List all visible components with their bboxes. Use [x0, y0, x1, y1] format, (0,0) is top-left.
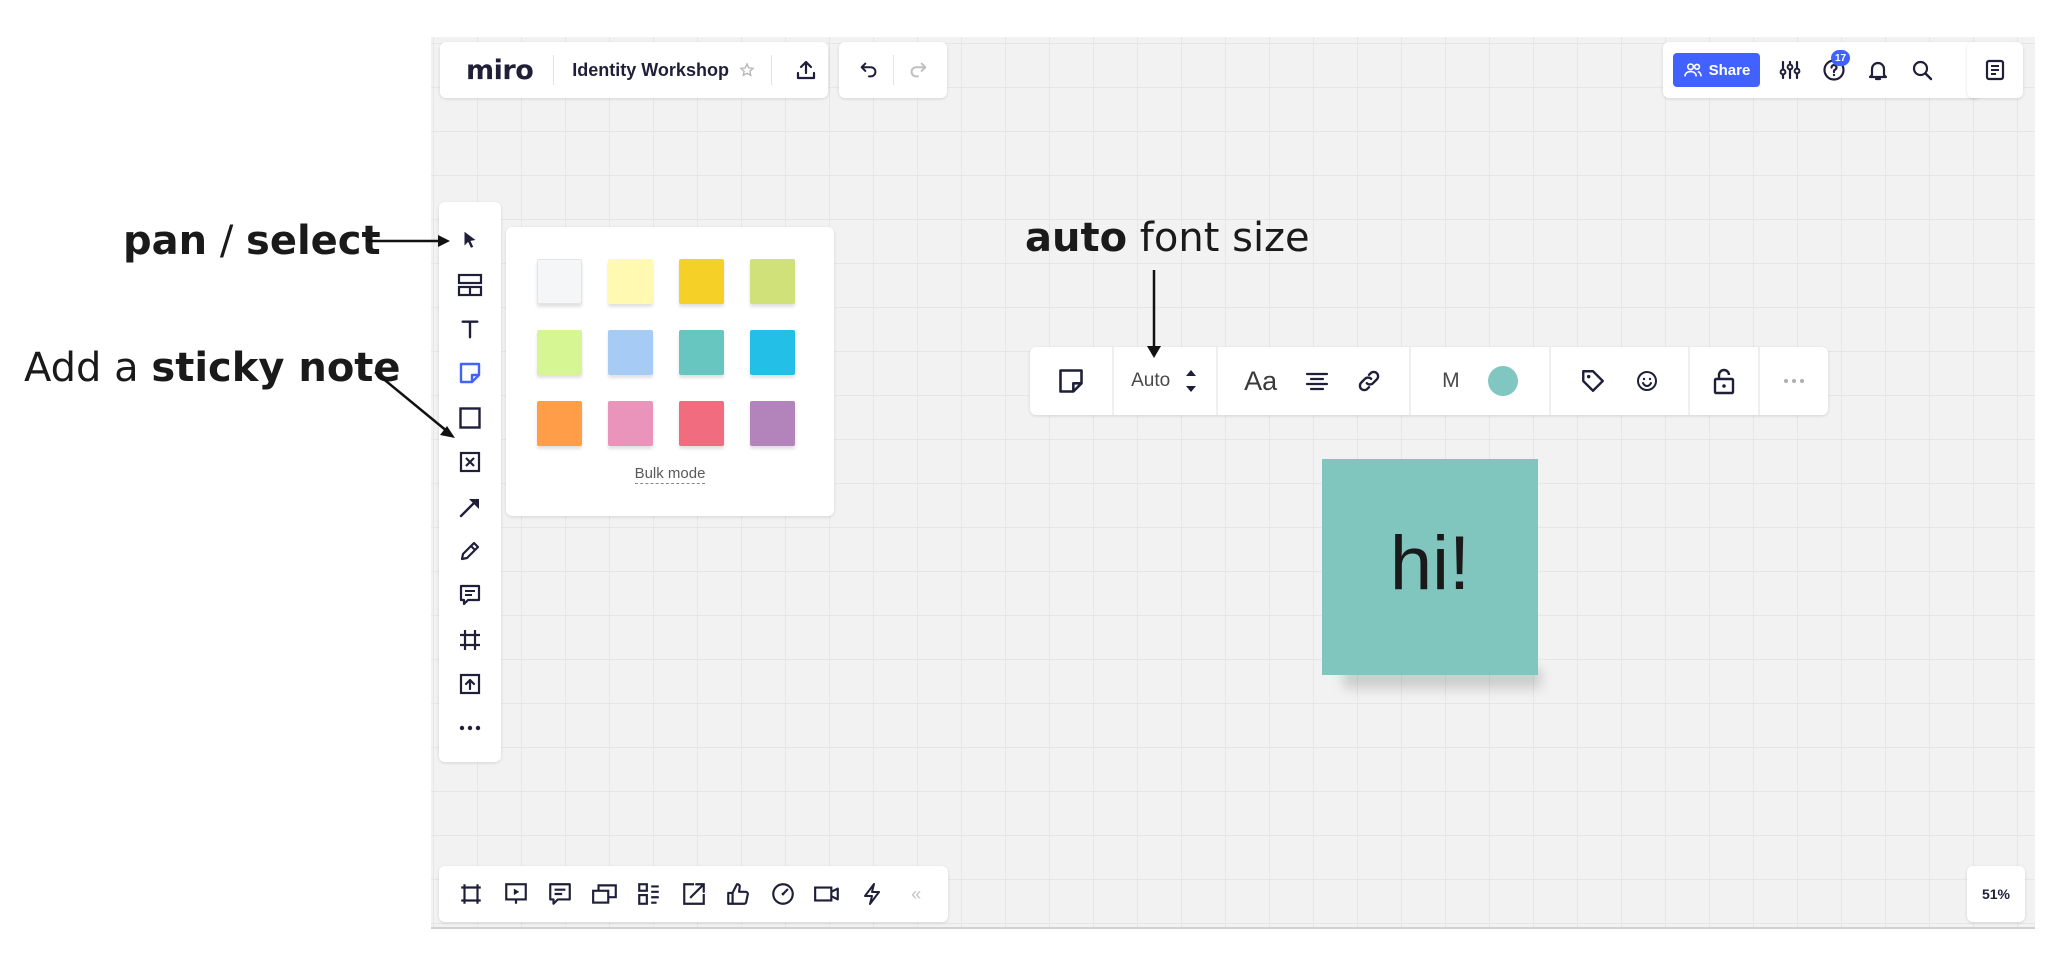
screenshot-stage: pan / select Add a sticky note miro Iden… [0, 0, 2056, 966]
arrow-to-select-tool [366, 235, 450, 247]
annotation-arrows [366, 235, 1161, 438]
arrow-to-font-size [1147, 270, 1161, 358]
arrow-to-sticky-tool [374, 371, 455, 438]
